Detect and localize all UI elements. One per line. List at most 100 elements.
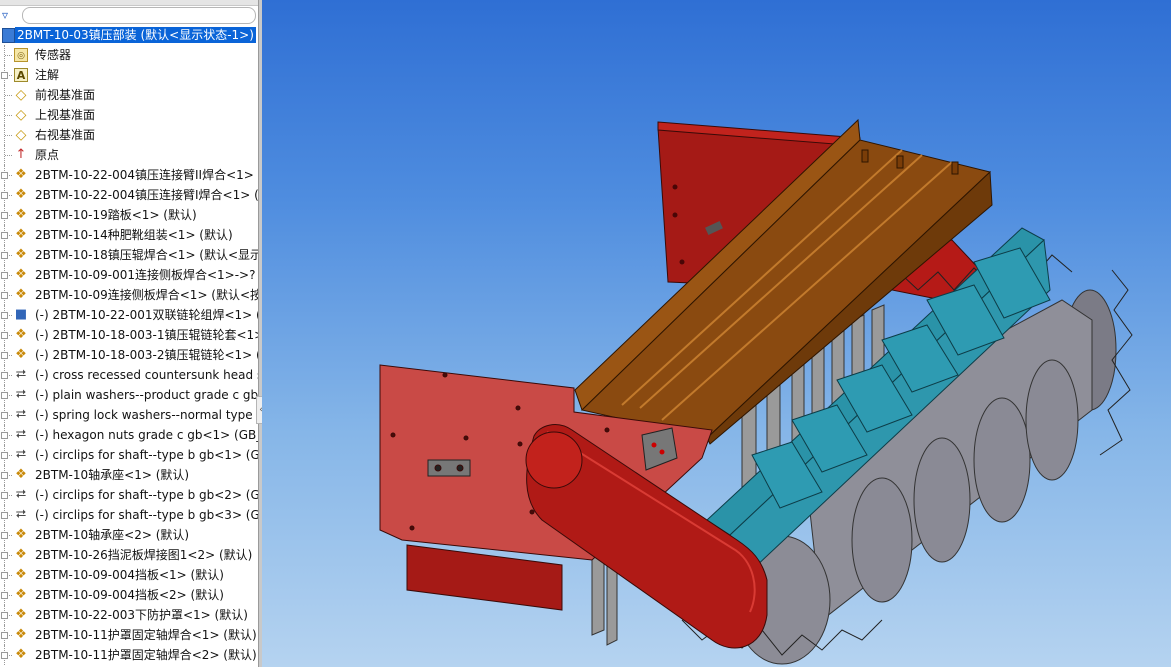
subassembly-icon: ❖ [15, 347, 27, 362]
expand-toggle[interactable] [1, 512, 8, 519]
tree-item-label: (-) circlips for shaft--type b gb<2> (GE [35, 488, 258, 502]
bolt-icon: ⮂ [15, 447, 27, 462]
subassembly-icon: ❖ [15, 647, 27, 662]
tree-item[interactable]: ⮂ (-) plain washers--product grade c gb [0, 385, 258, 405]
tree-item-label: 2BTM-10-09-004挡板<1> (默认) [35, 568, 224, 582]
tree-item[interactable]: ◇ 前视基准面 [0, 85, 258, 105]
tree-item[interactable]: ⮂ (-) spring lock washers--normal type g [0, 405, 258, 425]
expand-toggle[interactable] [1, 592, 8, 599]
tree-guide-line [5, 115, 12, 116]
expand-toggle[interactable] [1, 552, 8, 559]
tree-item[interactable]: ↑ 原点 [0, 145, 258, 165]
tree-item[interactable]: ⮂ (-) cross recessed countersunk head s [0, 365, 258, 385]
expand-toggle[interactable] [1, 252, 8, 259]
expand-toggle[interactable] [1, 232, 8, 239]
tree-item[interactable]: ⮂ (-) circlips for shaft--type b gb<3> (G… [0, 505, 258, 525]
subassembly-icon: ❖ [15, 627, 27, 642]
cad-model-render[interactable] [262, 0, 1171, 667]
tree-item[interactable]: ❖ 2BTM-10-11护罩固定轴焊合<2> (默认) [0, 645, 258, 665]
filter-input[interactable] [22, 7, 256, 24]
assembly-icon [2, 28, 15, 43]
tree-item[interactable]: ❖ 2BTM-10-22-004镇压连接臂I焊合<1> (默 [0, 185, 258, 205]
tree-item[interactable]: ❖ 2BTM-10-18镇压辊焊合<1> (默认<显示 [0, 245, 258, 265]
expand-toggle[interactable] [1, 172, 8, 179]
tree-item[interactable]: ◎ 传感器 [0, 45, 258, 65]
expand-toggle[interactable] [1, 412, 8, 419]
subassembly-icon: ❖ [15, 587, 27, 602]
expand-toggle[interactable] [1, 492, 8, 499]
tree-item-label: 注解 [35, 68, 60, 82]
tree-item-label: 2BTM-10-22-003下防护罩<1> (默认) [35, 608, 248, 622]
bolt-icon: ⮂ [15, 487, 27, 502]
expand-toggle[interactable] [1, 432, 8, 439]
expand-toggle[interactable] [1, 652, 8, 659]
tree-guide-line [5, 135, 12, 136]
plane-icon: ◇ [15, 127, 27, 143]
tree-item-label: 2BTM-10-09连接侧板焊合<1> (默认<按 [35, 288, 258, 302]
expand-toggle[interactable] [1, 392, 8, 399]
sensor-folder-icon: ◎ [14, 48, 28, 62]
tree-item-label: 2BTM-10轴承座<1> (默认) [35, 468, 190, 482]
subassembly-icon: ❖ [15, 167, 27, 182]
tree-item[interactable]: ⮂ (-) circlips for shaft--type b gb<1> (G… [0, 445, 258, 465]
tree-item[interactable]: ❖ (-) 2BTM-10-18-003-2镇压辊链轮<1> ( [0, 345, 258, 365]
subassembly-icon: ❖ [15, 547, 27, 562]
expand-toggle[interactable] [1, 372, 8, 379]
tree-item-label: 上视基准面 [35, 108, 96, 122]
tree-item[interactable]: ❖ 2BTM-10-19踏板<1> (默认) [0, 205, 258, 225]
tree-item[interactable]: ❖ 2BTM-10轴承座<1> (默认) [0, 465, 258, 485]
expand-toggle[interactable] [1, 72, 8, 79]
expand-toggle[interactable] [1, 312, 8, 319]
tree-item[interactable]: ❖ 2BTM-10-09-004挡板<1> (默认) [0, 565, 258, 585]
tree-guide-line [5, 55, 12, 56]
expand-toggle[interactable] [1, 572, 8, 579]
tree-item[interactable]: ❖ 2BTM-10-26挡泥板焊接图1<2> (默认) [0, 545, 258, 565]
part-icon: ■ [14, 307, 28, 322]
plane-icon: ◇ [15, 107, 27, 123]
expand-toggle[interactable] [1, 332, 8, 339]
tree-item[interactable]: ❖ 2BTM-10-09连接侧板焊合<1> (默认<按 [0, 285, 258, 305]
expand-toggle[interactable] [1, 452, 8, 459]
tree-item[interactable]: ■ (-) 2BTM-10-22-001双联链轮组焊<1> ( [0, 305, 258, 325]
tree-item[interactable]: ⮂ (-) circlips for shaft--type b gb<2> (G… [0, 485, 258, 505]
subassembly-icon: ❖ [15, 327, 27, 342]
tree-root-assembly[interactable]: 2BMT-10-03镇压部装 (默认<显示状态-1>) [0, 27, 258, 44]
tree-item-label: (-) 2BTM-10-22-001双联链轮组焊<1> ( [35, 308, 258, 322]
tree-item-label: 传感器 [35, 48, 72, 62]
expand-toggle[interactable] [1, 472, 8, 479]
expand-toggle[interactable] [1, 612, 8, 619]
expand-toggle[interactable] [1, 192, 8, 199]
graphics-viewport[interactable] [262, 0, 1171, 667]
tree-item-label: 2BTM-10-14种肥靴组装<1> (默认) [35, 228, 233, 242]
tree-item[interactable]: ❖ 2BTM-10-11护罩固定轴焊合<1> (默认) [0, 625, 258, 645]
subassembly-icon: ❖ [15, 227, 27, 242]
tree-item[interactable]: ❖ 2BTM-10轴承座<2> (默认) [0, 525, 258, 545]
expand-toggle[interactable] [1, 212, 8, 219]
subassembly-icon: ❖ [15, 207, 27, 222]
tree-item[interactable]: ❖ 2BTM-10-09-001连接侧板焊合<1>->? ( [0, 265, 258, 285]
expand-toggle[interactable] [1, 272, 8, 279]
bolt-icon: ⮂ [15, 407, 27, 422]
tree-item[interactable]: ◇ 上视基准面 [0, 105, 258, 125]
tree-item-label: (-) spring lock washers--normal type g [35, 408, 258, 422]
tree-item[interactable]: ❖ 2BTM-10-22-003下防护罩<1> (默认) [0, 605, 258, 625]
tree-item[interactable]: ❖ 2BTM-10-14种肥靴组装<1> (默认) [0, 225, 258, 245]
filter-icon[interactable]: ▿ [2, 8, 8, 22]
expand-toggle[interactable] [1, 352, 8, 359]
tree-guide-line [5, 155, 12, 156]
tree-item[interactable]: ⮂ (-) hexagon nuts grade c gb<1> (GB_F [0, 425, 258, 445]
tree-item[interactable]: ❖ 2BTM-10-22-004镇压连接臂II焊合<1> ( [0, 165, 258, 185]
tree-guide-line [5, 95, 12, 96]
tree-item[interactable]: ❖ (-) 2BTM-10-18-003-1镇压辊链轮套<1> [0, 325, 258, 345]
tree-item-label: 2BTM-10-11护罩固定轴焊合<1> (默认) [35, 628, 257, 642]
tree-filter: ▿ [0, 5, 258, 25]
expand-toggle[interactable] [1, 632, 8, 639]
bolt-icon: ⮂ [15, 387, 27, 402]
tree-item-label: 2BTM-10-26挡泥板焊接图1<2> (默认) [35, 548, 253, 562]
tree-item[interactable]: ◇ 右视基准面 [0, 125, 258, 145]
tree-item[interactable]: ❖ 2BTM-10-09-004挡板<2> (默认) [0, 585, 258, 605]
tree-item[interactable]: A 注解 [0, 65, 258, 85]
tree-item-label: 2BTM-10-22-004镇压连接臂II焊合<1> ( [35, 168, 258, 182]
expand-toggle[interactable] [1, 292, 8, 299]
expand-toggle[interactable] [1, 532, 8, 539]
